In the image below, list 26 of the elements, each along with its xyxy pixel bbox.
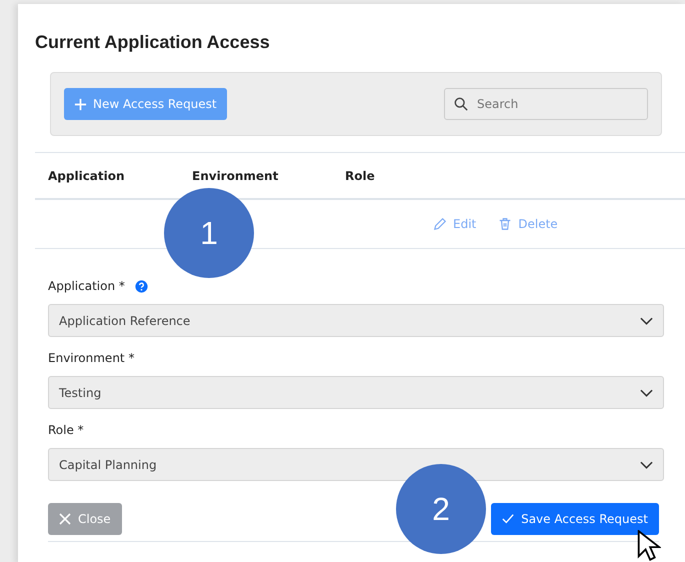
search-field[interactable]: Search: [444, 88, 648, 120]
plus-icon: [74, 98, 87, 110]
close-button[interactable]: Close: [48, 503, 122, 535]
field-label: Environment *: [48, 351, 134, 365]
chevron-down-icon: [640, 316, 653, 324]
column-header: Environment: [192, 168, 280, 182]
checkmark-icon: [502, 513, 514, 525]
edit-link[interactable]: Edit: [433, 217, 476, 231]
save-access-request-button[interactable]: Save Access Request: [491, 503, 659, 535]
chevron-down-icon: [640, 460, 653, 468]
chevron-down-icon: [640, 388, 653, 396]
field-label: Role *: [48, 423, 84, 437]
column-header: Application: [48, 168, 126, 182]
field-label: Application *: [48, 279, 125, 293]
search-icon: [454, 97, 468, 111]
section-title: Current Application Access: [35, 31, 271, 53]
delete-link[interactable]: Delete: [498, 217, 558, 231]
pencil-icon: [433, 217, 447, 231]
new-access-request-button[interactable]: New Access Request: [64, 88, 227, 120]
help-icon[interactable]: [134, 280, 148, 292]
column-header: Role: [345, 168, 376, 182]
dropdown-field[interactable]: Application Reference: [48, 304, 664, 337]
dropdown-field[interactable]: Testing: [48, 376, 664, 409]
trash-icon: [498, 217, 512, 231]
dropdown-field[interactable]: Capital Planning: [48, 448, 664, 481]
close-icon: [59, 513, 71, 525]
